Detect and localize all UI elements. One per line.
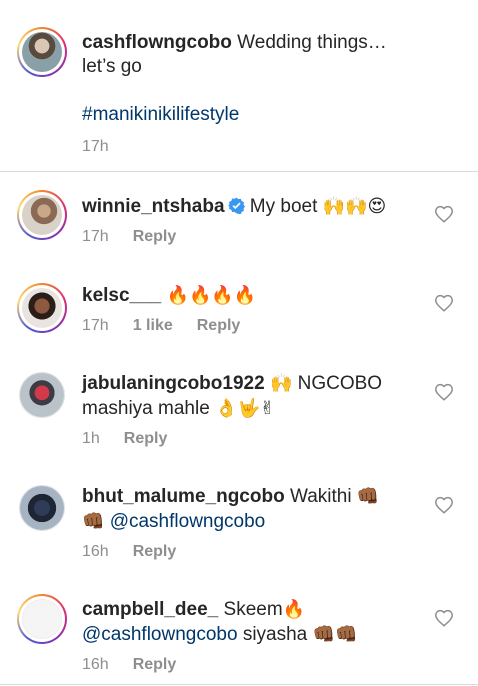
reply-button[interactable]: Reply (124, 430, 168, 447)
comment-meta: 16h Reply (82, 656, 200, 674)
avatar-image (22, 599, 62, 639)
comment-time: 17h (82, 228, 109, 245)
avatar-image (20, 486, 64, 530)
comment-time: 16h (82, 543, 109, 560)
comment-time: 1h (82, 430, 100, 447)
comment-username[interactable]: bhut_malume_ngcobo (82, 486, 285, 507)
comment-avatar[interactable] (17, 594, 67, 644)
bottom-divider (0, 684, 478, 685)
mention-link[interactable]: @cashflowngcobo (110, 511, 266, 532)
caption-text: cashflowngcobo Wedding things… let’s go (82, 32, 387, 77)
comment-text: campbell_dee_ Skeem🔥 @cashflowngcobo siy… (82, 599, 358, 645)
comment-text: bhut_malume_ngcobo Wakithi 👊🏾 👊🏾 @cashfl… (82, 486, 380, 532)
reply-button[interactable]: Reply (133, 543, 177, 560)
comment-username[interactable]: kelsc___ (82, 285, 161, 306)
reply-button[interactable]: Reply (133, 656, 177, 673)
avatar-image (20, 373, 64, 417)
caption-timestamp: 17h (82, 138, 109, 155)
mention-link[interactable]: @cashflowngcobo (82, 624, 238, 645)
avatar-image (22, 195, 62, 235)
caption-divider (0, 171, 478, 172)
heart-outline-icon[interactable] (433, 292, 455, 314)
post-caption: cashflowngcobo Wedding things… let’s go … (0, 0, 478, 172)
heart-outline-icon[interactable] (433, 381, 455, 403)
comment-meta: 17h 1 like Reply (82, 317, 264, 335)
heart-outline-icon[interactable] (433, 494, 455, 516)
comment-text: kelsc___ 🔥🔥🔥🔥 (82, 285, 257, 306)
reply-button[interactable]: Reply (197, 317, 241, 334)
avatar-image (22, 288, 62, 328)
comment-avatar[interactable] (19, 485, 65, 531)
comment-text: winnie_ntshaba My boet 🙌🙌😍 (82, 196, 387, 217)
likes-count[interactable]: 1 like (133, 317, 173, 334)
comment-username[interactable]: winnie_ntshaba (82, 196, 225, 217)
verified-badge-icon (227, 197, 245, 214)
comment-time: 16h (82, 656, 109, 673)
comment-meta: 17h Reply (82, 228, 200, 246)
comment-username[interactable]: campbell_dee_ (82, 599, 218, 620)
comment-meta: 16h Reply (82, 543, 200, 561)
caption-username[interactable]: cashflowngcobo (82, 32, 232, 53)
reply-button[interactable]: Reply (133, 228, 177, 245)
heart-outline-icon[interactable] (433, 607, 455, 629)
comment-avatar[interactable] (17, 190, 67, 240)
comment-avatar[interactable] (19, 372, 65, 418)
caption-author-avatar[interactable] (17, 27, 67, 77)
comment-username[interactable]: jabulaningcobo1922 (82, 373, 265, 394)
comment-text: jabulaningcobo1922 🙌 NGCOBO mashiya mahl… (82, 373, 383, 419)
comment-meta: 1h Reply (82, 430, 191, 448)
heart-outline-icon[interactable] (433, 203, 455, 225)
comment-time: 17h (82, 317, 109, 334)
caption-hashtag[interactable]: #manikinikilifestyle (82, 103, 422, 127)
avatar-image (22, 32, 62, 72)
comment-avatar[interactable] (17, 283, 67, 333)
